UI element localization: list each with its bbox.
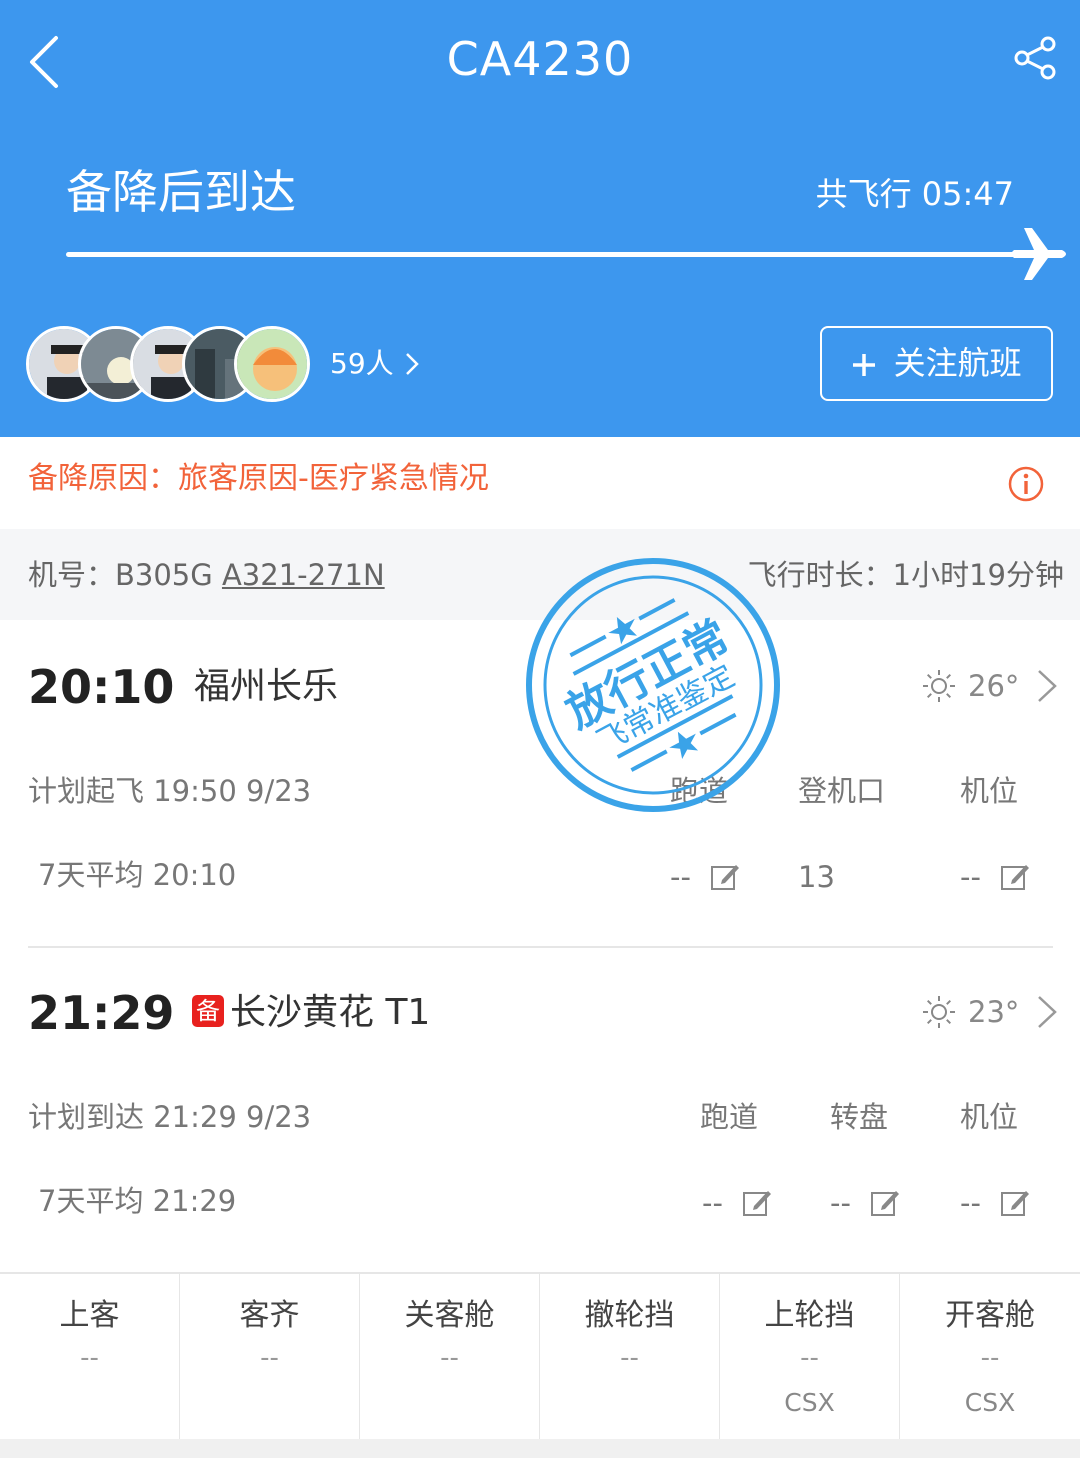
arrival-stand-header: 机位 <box>960 1100 1019 1134</box>
arrival-scheduled: 计划到达 21:29 9/23 <box>28 1100 312 1134</box>
ground-service-steps: 上客 -- 客齐 -- 关客舱 -- 撤轮挡 -- 上轮挡 -- CSX 开客舱… <box>0 1272 1080 1441</box>
arrival-runway-value[interactable]: -- <box>702 1183 772 1223</box>
step-cabin-open: 开客舱 -- CSX <box>945 1298 1035 1417</box>
avatar <box>234 326 310 402</box>
arrival-carousel-value[interactable]: -- <box>830 1183 900 1223</box>
departure-time: 20:10 <box>28 660 175 714</box>
flight-progress-bar <box>66 252 1022 257</box>
arrival-average: 7天平均 21:29 <box>38 1184 237 1218</box>
departure-airport[interactable]: 福州长乐 <box>194 662 338 712</box>
flight-number-title: CA4230 <box>446 32 634 86</box>
departure-weather[interactable]: 26° <box>922 666 1019 706</box>
edit-icon[interactable] <box>1000 862 1030 892</box>
departure-gate-header: 登机口 <box>798 774 886 808</box>
aircraft-info-row: 机号：B305G A321-271N 飞行时长：1小时19分钟 <box>0 529 1080 620</box>
step-chocks-on: 上轮挡 -- CSX <box>720 1274 900 1441</box>
flight-status: 备降后到达 <box>66 165 296 219</box>
arrival-airport[interactable]: 备长沙黄花 T1 <box>192 988 430 1038</box>
aircraft-registration: 机号：B305G A321-271N <box>28 558 385 592</box>
step-boarding: 上客 -- <box>0 1274 180 1441</box>
departure-runway-header: 跑道 <box>670 774 729 808</box>
share-icon[interactable] <box>1010 34 1060 82</box>
arrival-runway-header: 跑道 <box>700 1100 759 1134</box>
chevron-right-icon <box>405 353 419 375</box>
arrival-weather[interactable]: 23° <box>922 992 1019 1032</box>
arrival-stand-value[interactable]: -- <box>960 1183 1030 1223</box>
step-chocks-off: 撤轮挡 -- <box>540 1274 720 1441</box>
departure-scheduled: 计划起飞 19:50 9/23 <box>28 774 312 808</box>
edit-icon[interactable] <box>1000 1188 1030 1218</box>
arrival-carousel-header: 转盘 <box>830 1100 889 1134</box>
sun-icon <box>923 670 955 702</box>
edit-icon[interactable] <box>710 862 740 892</box>
step-cabin-closed: 关客舱 -- <box>360 1274 540 1441</box>
total-flight-time: 共飞行 05:47 <box>815 175 1014 213</box>
info-icon[interactable] <box>1008 466 1044 502</box>
departure-average: 7天平均 20:10 <box>38 858 237 892</box>
bottom-bar <box>0 1439 1080 1458</box>
chevron-right-icon[interactable] <box>1036 668 1058 704</box>
follow-flight-button[interactable]: 关注航班 <box>820 326 1053 401</box>
edit-icon[interactable] <box>742 1188 772 1218</box>
alternate-badge: 备 <box>192 995 224 1027</box>
departure-runway-value[interactable]: -- <box>670 857 740 897</box>
step-boarding-complete: 客齐 -- <box>180 1274 360 1441</box>
departure-gate-value: 13 <box>798 860 835 894</box>
stamp-sub-text: 飞常准鉴定 <box>591 659 740 760</box>
sun-icon <box>923 996 955 1028</box>
departure-stand-header: 机位 <box>960 774 1019 808</box>
arrival-time: 21:29 <box>28 986 175 1040</box>
section-divider <box>28 946 1053 948</box>
plane-icon <box>1010 228 1066 280</box>
followers-count[interactable]: 59人 <box>330 345 419 383</box>
flight-header: CA4230 备降后到达 共飞行 05:47 59人 关注航班 <box>0 0 1080 437</box>
alternate-reason-text: 备降原因：旅客原因-医疗紧急情况 <box>28 461 489 496</box>
stamp-main-text: 放行正常 <box>558 611 737 739</box>
alternate-reason-banner: 备降原因：旅客原因-医疗紧急情况 <box>0 437 1080 529</box>
departure-stand-value[interactable]: -- <box>960 857 1030 897</box>
plus-icon <box>853 354 876 376</box>
edit-icon[interactable] <box>870 1188 900 1218</box>
chevron-right-icon[interactable] <box>1036 994 1058 1030</box>
flight-duration: 飞行时长：1小时19分钟 <box>747 558 1064 592</box>
aircraft-model-link[interactable]: A321-271N <box>222 558 385 592</box>
